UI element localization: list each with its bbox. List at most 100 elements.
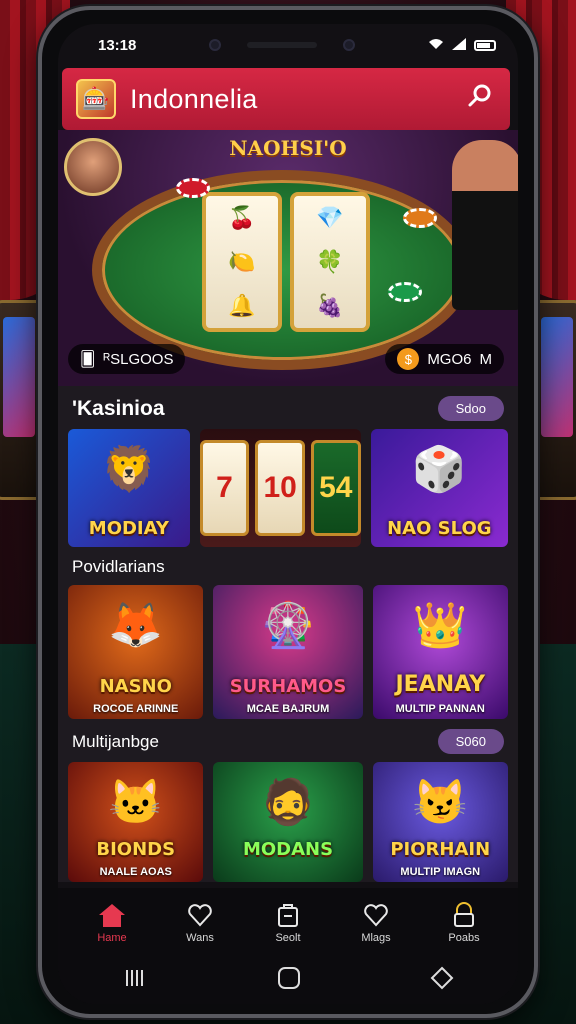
wheel-icon: 🎡 <box>260 601 316 650</box>
lock-icon <box>451 902 477 928</box>
balance-right: $ MGO6 M <box>385 344 504 374</box>
app-header: 🎰 Indonnelia <box>62 68 510 130</box>
coin-icon: $ <box>397 348 420 370</box>
reel-value: 54 <box>310 440 361 536</box>
back-icon <box>430 966 454 990</box>
lion-icon: 🦁 <box>101 445 157 494</box>
dealer-figure <box>452 140 518 310</box>
heart-icon <box>187 902 213 928</box>
nav-item-seolt[interactable]: Seolt <box>253 902 323 944</box>
cat-icon: 😼 <box>412 778 468 827</box>
game-tile[interactable]: 🐱 BIONDS NAALE AOAS <box>68 762 204 882</box>
app-logo[interactable]: 🎰 <box>76 79 116 119</box>
cards-icon: 🂠 <box>80 351 96 368</box>
nav-label: Hame <box>97 932 127 944</box>
game-title: JEANAY <box>395 672 486 697</box>
chip-icon <box>176 178 210 198</box>
poker-table <box>92 170 472 370</box>
game-subtitle: MULTIP IMAGN <box>400 866 481 878</box>
status-time: 13:18 <box>98 36 137 54</box>
section-title: Povidlarians <box>72 557 165 576</box>
section-header: Povidlarians <box>68 547 508 585</box>
game-tile[interactable]: 🦁 MODIAY <box>68 429 190 547</box>
balance-right-value: MGO6 <box>427 350 472 368</box>
home-icon <box>97 902 127 928</box>
hero-title: NAOHSI'O <box>229 136 347 160</box>
game-tile[interactable]: 🎲 NAO SLOG <box>370 429 509 547</box>
cat-icon: 🐱 <box>108 778 164 827</box>
game-subtitle: MCAE BAJRUM <box>246 703 330 715</box>
section-title: 'Kasinioa <box>72 396 165 420</box>
game-tile[interactable]: 😼 PIORHAIN MULTIP IMAGN <box>372 762 508 882</box>
section-header: Multijanbge S060 <box>68 719 508 762</box>
game-title: MODANS <box>242 839 334 860</box>
nav-item-poabs[interactable]: Poabs <box>429 902 499 944</box>
recents-icon <box>126 970 144 986</box>
status-icons <box>428 37 496 53</box>
balance-left-value: ᴿSLGOOS <box>103 350 174 368</box>
game-tile[interactable]: 🎡 SURHAMOS MCAE BAJRUM <box>213 585 363 719</box>
nav-item-wans[interactable]: Wans <box>165 902 235 944</box>
game-row: 🦊 NASNO ROCOE ARINNE 🎡 SURHAMOS MCAE BAJ… <box>68 585 508 719</box>
search-button[interactable] <box>462 83 498 116</box>
home-circle-icon <box>277 967 300 989</box>
game-tile-reels[interactable]: 7 10 54 <box>199 429 361 547</box>
back-button[interactable] <box>430 966 454 996</box>
camera-notch <box>209 39 356 51</box>
nav-label: Poabs <box>448 932 480 944</box>
system-nav-bar <box>58 958 518 1004</box>
fox-icon: 🦊 <box>108 601 164 650</box>
game-title: NASNO <box>99 676 172 697</box>
wifi-icon <box>428 38 444 53</box>
man-icon: 🧔 <box>260 778 316 827</box>
game-tile[interactable]: 🧔 MODANS <box>213 762 363 882</box>
game-title: NAO SLOG <box>387 518 492 539</box>
game-row: 🐱 BIONDS NAALE AOAS 🧔 MODANS 😼 PIORHAIN … <box>68 762 508 882</box>
chip-icon <box>388 282 422 302</box>
game-subtitle: MULTIP PANNAN <box>395 703 485 715</box>
balance-right-suffix: M <box>479 350 493 368</box>
phone-screen: 13:18 🎰 Indonnelia NAOHSI'O 🍒 🍋 🔔 💎 🍀 🍇 … <box>58 24 518 1004</box>
game-tile[interactable]: 👑 JEANAY MULTIP PANNAN <box>372 585 508 719</box>
section-title: Multijanbge <box>72 731 159 751</box>
speaker-grille <box>247 42 318 48</box>
game-title: BIONDS <box>96 839 176 860</box>
hero-banner[interactable]: NAOHSI'O 🍒 🍋 🔔 💎 🍀 🍇 🂠 ᴿSLGOOS $ MGO6 M <box>58 130 518 386</box>
phone-frame: 13:18 🎰 Indonnelia NAOHSI'O 🍒 🍋 🔔 💎 🍀 🍇 … <box>38 6 538 1018</box>
game-row: 🦁 MODIAY 7 10 54 🎲 NAO SLOG <box>68 429 509 547</box>
reel-value: 7 <box>199 440 250 536</box>
section-pill-button[interactable]: S060 <box>437 729 504 754</box>
slot-reel: 💎 🍀 🍇 <box>290 192 370 332</box>
game-tile[interactable]: 🦊 NASNO ROCOE ARINNE <box>68 585 204 719</box>
heart-outline-icon <box>363 902 389 928</box>
nav-item-mlags[interactable]: Mlags <box>341 902 411 944</box>
balance-left: 🂠 ᴿSLGOOS <box>68 344 186 374</box>
game-title: SURHAMOS <box>229 676 347 697</box>
game-subtitle: ROCOE ARINNE <box>93 703 179 715</box>
bag-icon <box>276 902 300 928</box>
signal-icon <box>452 37 466 53</box>
game-subtitle: NAALE AOAS <box>99 866 172 878</box>
app-title: Indonnelia <box>130 83 258 114</box>
battery-icon <box>474 39 496 51</box>
sensor-icon <box>343 39 356 51</box>
dice-icon: 🎲 <box>411 445 467 494</box>
crown-icon: 👑 <box>412 601 468 650</box>
section-header: 'Kasinioa Sdoo <box>68 386 508 429</box>
reel-value: 10 <box>255 440 305 536</box>
nav-item-home[interactable]: Hame <box>77 902 147 944</box>
chip-icon <box>403 208 437 228</box>
bottom-nav: Hame Wans Seolt Mlags Poabs <box>58 888 518 958</box>
nav-label: Mlags <box>361 932 391 944</box>
search-icon <box>468 84 491 106</box>
nav-label: Seolt <box>275 932 301 944</box>
background-slot-machine-right <box>532 300 576 500</box>
home-system-button[interactable] <box>277 966 301 996</box>
game-title: MODIAY <box>88 518 169 539</box>
recents-button[interactable] <box>122 967 148 995</box>
slot-reel: 🍒 🍋 🔔 <box>202 192 282 332</box>
camera-icon <box>209 39 222 51</box>
nav-label: Wans <box>186 932 214 944</box>
content-area: 'Kasinioa Sdoo 🦁 MODIAY 7 10 54 🎲 NAO SL… <box>58 386 518 882</box>
section-pill-button[interactable]: Sdoo <box>437 396 504 421</box>
